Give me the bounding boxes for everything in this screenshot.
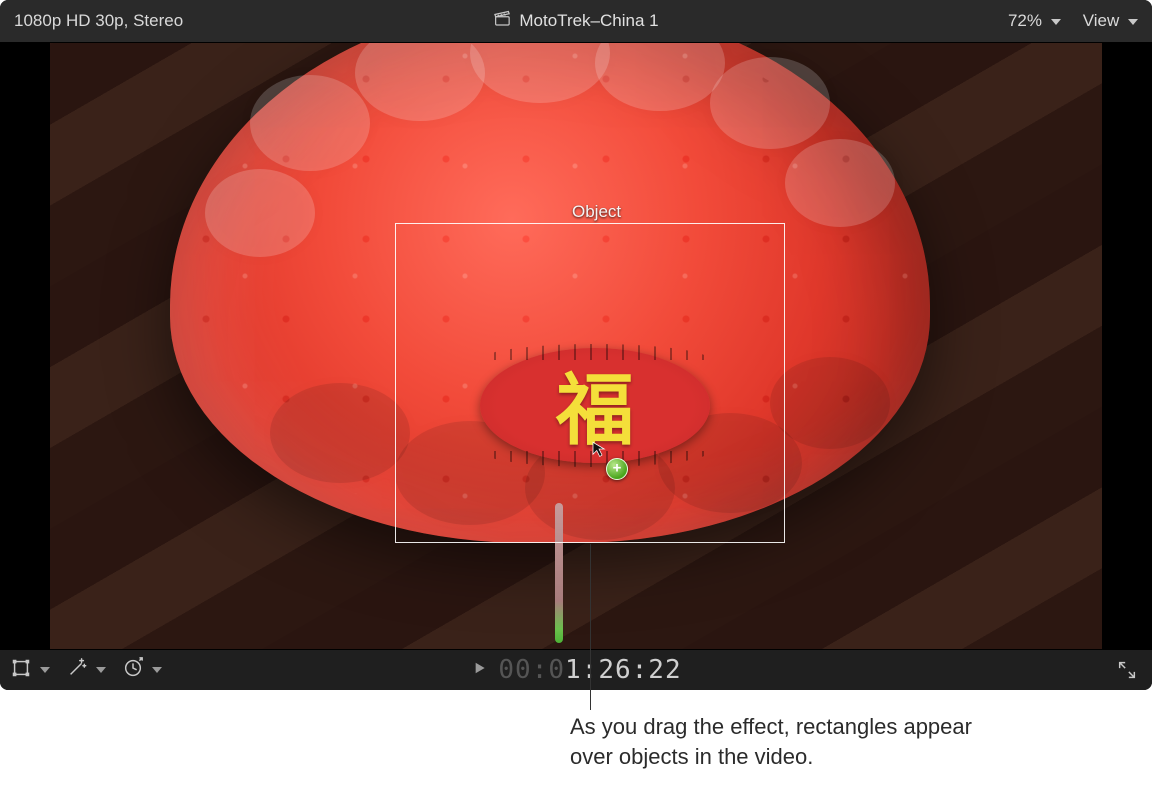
transform-icon: [10, 657, 32, 684]
annotation-leader-line: [590, 544, 591, 710]
zoom-dropdown[interactable]: 72%: [1008, 11, 1061, 31]
fullscreen-button[interactable]: [1116, 659, 1138, 681]
play-button[interactable]: [470, 659, 488, 682]
timecode-main: 1:26:22: [565, 655, 682, 685]
fullscreen-icon: [1116, 659, 1138, 681]
chevron-down-icon: [1128, 19, 1138, 25]
chevron-down-icon: [1051, 19, 1061, 25]
timecode-prefix: 00:0: [498, 655, 565, 685]
transform-tool-dropdown[interactable]: [10, 657, 50, 684]
chevron-down-icon: [152, 667, 162, 673]
clip-title-text: MotoTrek–China 1: [519, 11, 658, 31]
retime-icon: [122, 657, 144, 684]
add-plus-badge-icon: [606, 458, 628, 480]
object-selection-label: Object: [572, 202, 621, 222]
chevron-down-icon: [40, 667, 50, 673]
chevron-down-icon: [96, 667, 106, 673]
zoom-value: 72%: [1008, 11, 1042, 30]
wand-icon: [66, 657, 88, 684]
play-icon: [470, 659, 488, 677]
viewer-bottom-bar: 00:01:26:22: [0, 649, 1152, 690]
annotation-text: As you drag the effect, rectangles appea…: [570, 712, 1000, 771]
drag-cursor: [590, 440, 608, 463]
viewer-top-bar: 1080p HD 30p, Stereo MotoTrek–China 1 72…: [0, 0, 1152, 43]
view-label: View: [1083, 11, 1120, 30]
enhance-tool-dropdown[interactable]: [66, 657, 106, 684]
cursor-arrow-icon: [590, 440, 608, 458]
clip-title: MotoTrek–China 1: [493, 10, 658, 33]
view-dropdown[interactable]: View: [1083, 11, 1138, 31]
viewer-panel: 1080p HD 30p, Stereo MotoTrek–China 1 72…: [0, 0, 1152, 690]
clapperboard-icon: [493, 10, 511, 33]
format-info: 1080p HD 30p, Stereo: [14, 11, 183, 31]
object-tracker-rectangle[interactable]: [395, 223, 785, 543]
video-canvas[interactable]: 福 Object: [0, 43, 1152, 649]
retime-tool-dropdown[interactable]: [122, 657, 162, 684]
